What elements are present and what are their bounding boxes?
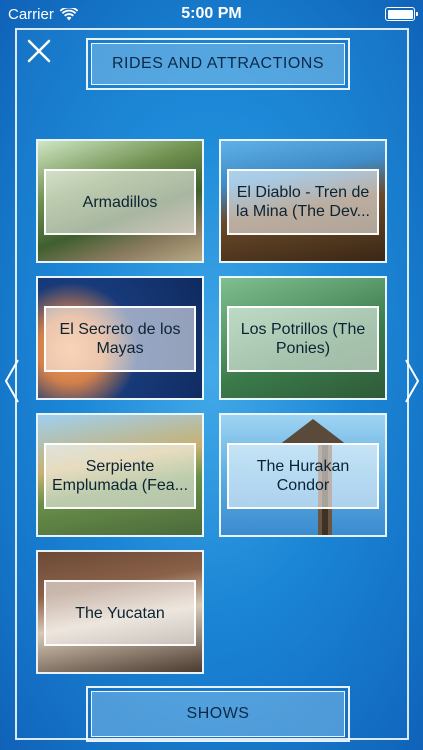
page-title-box: RIDES AND ATTRACTIONS [86, 38, 350, 90]
status-bar: Carrier 5:00 PM [0, 0, 423, 28]
attraction-label: The Hurakan Condor [256, 458, 350, 494]
wifi-icon [59, 7, 78, 20]
attraction-tile-el-diablo[interactable]: El Diablo - Tren de la Mina (The Dev... [219, 139, 387, 263]
shows-button[interactable]: SHOWS [86, 686, 350, 742]
attraction-label-box: Serpiente Emplumada (Fea... [44, 443, 196, 509]
chevron-right-icon [405, 359, 420, 403]
status-left: Carrier [8, 6, 78, 23]
attraction-label: Armadillos [82, 193, 158, 211]
previous-arrow[interactable] [2, 356, 22, 406]
carrier-label: Carrier [8, 5, 54, 23]
attraction-label-box: Los Potrillos (The Ponies) [227, 306, 379, 372]
close-button[interactable] [24, 36, 54, 66]
shows-label: SHOWS [91, 691, 345, 737]
attraction-tile-hurakan-condor[interactable]: The Hurakan Condor [219, 413, 387, 537]
attraction-label: Los Potrillos (The Ponies) [240, 321, 366, 357]
attraction-label: El Secreto de los Mayas [59, 321, 181, 357]
attraction-tile-los-potrillos[interactable]: Los Potrillos (The Ponies) [219, 276, 387, 400]
attraction-label: El Diablo - Tren de la Mina (The Dev... [236, 184, 370, 220]
attraction-tile-serpiente[interactable]: Serpiente Emplumada (Fea... [36, 413, 204, 537]
attraction-label-box: El Secreto de los Mayas [44, 306, 196, 372]
attraction-tile-yucatan[interactable]: The Yucatan [36, 550, 204, 674]
attraction-tile-el-secreto[interactable]: El Secreto de los Mayas [36, 276, 204, 400]
chevron-left-icon [4, 359, 19, 403]
close-icon [27, 39, 51, 63]
attraction-label: The Yucatan [75, 604, 165, 622]
attraction-label-box: El Diablo - Tren de la Mina (The Dev... [227, 169, 379, 235]
next-arrow[interactable] [402, 356, 422, 406]
attraction-label: Serpiente Emplumada (Fea... [51, 458, 189, 494]
attraction-label-box: The Hurakan Condor [227, 443, 379, 509]
attraction-label-box: The Yucatan [44, 580, 196, 646]
attraction-tile-armadillos[interactable]: Armadillos [36, 139, 204, 263]
attraction-label-box: Armadillos [44, 169, 196, 235]
page-title: RIDES AND ATTRACTIONS [91, 43, 345, 85]
battery-icon [385, 7, 418, 21]
